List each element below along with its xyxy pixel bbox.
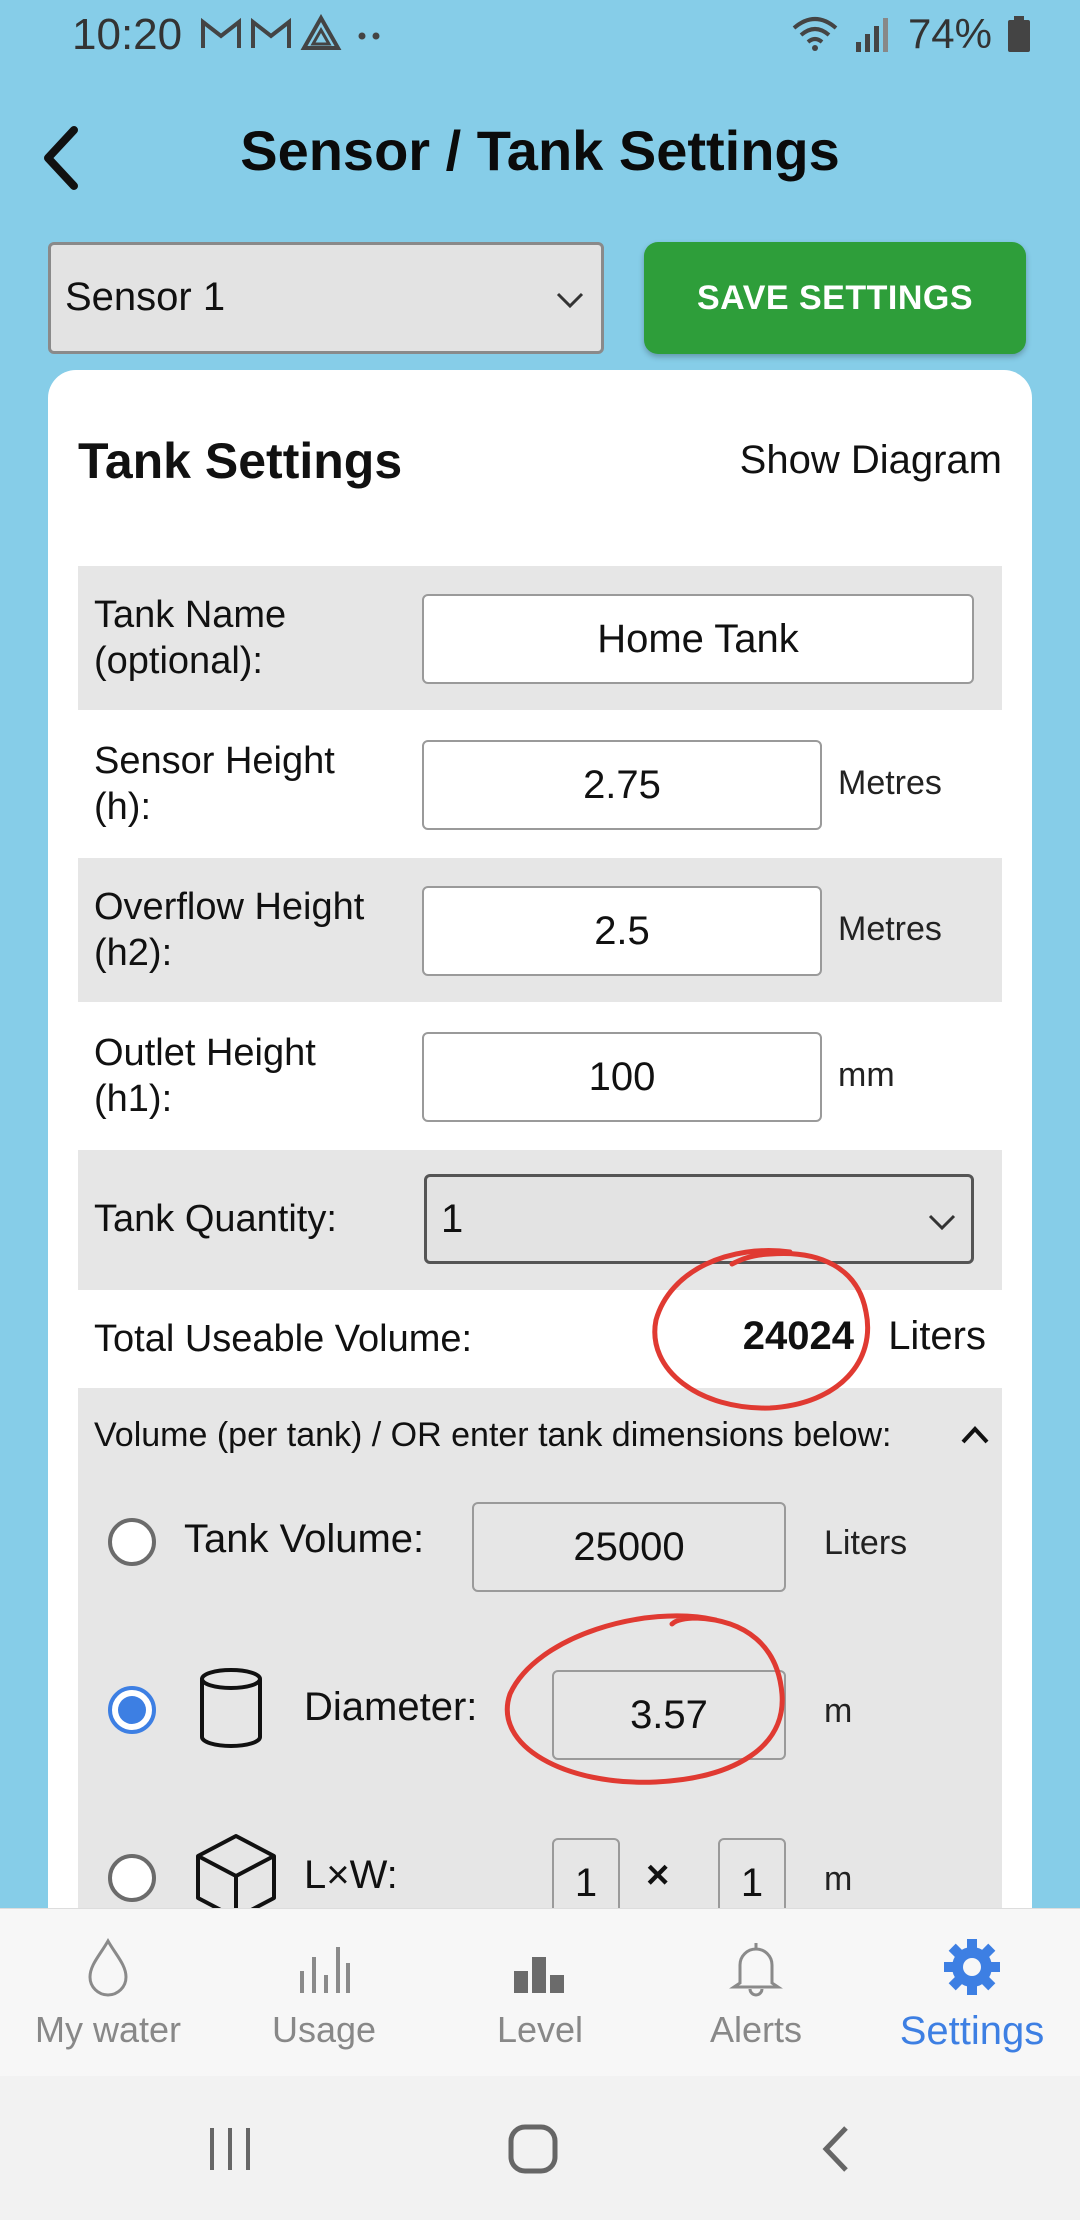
signal-icon [855, 18, 888, 52]
times-symbol: × [646, 1853, 670, 1897]
battery-percent: 74% [907, 10, 992, 57]
outlet-height-input[interactable]: 100 [422, 1032, 822, 1122]
status-bar: 10:20 74% [0, 0, 1080, 72]
water-drop-icon [88, 1937, 128, 1997]
tank-volume-unit: Liters [824, 1524, 908, 1562]
chevron-up-icon[interactable] [958, 1420, 992, 1450]
nav-label: My water [34, 2009, 182, 2050]
show-diagram-link[interactable]: Show Diagram [740, 438, 1002, 483]
gmail-icon [251, 17, 291, 48]
drive-icon [300, 14, 342, 50]
overflow-height-unit: Metres [838, 910, 942, 948]
nav-label: Alerts [709, 2009, 803, 2050]
tank-volume-label: Tank Volume: [184, 1517, 425, 1561]
sensor-height-row: Sensor Height (h): 2.75 Metres [78, 712, 1002, 856]
back-nav-icon[interactable] [818, 2124, 858, 2174]
save-settings-button[interactable]: SAVE SETTINGS [644, 242, 1026, 354]
lxw-unit: m [824, 1860, 853, 1898]
bar-chart-icon [300, 1947, 350, 1993]
outlet-height-row: Outlet Height (h1): 100 mm [78, 1004, 1002, 1148]
status-time: 10:20 [72, 10, 183, 59]
lxw-label: L×W: [304, 1853, 398, 1897]
page-title: Sensor / Tank Settings [240, 119, 840, 182]
sensor-select-value: Sensor 1 [65, 275, 226, 319]
bell-icon [729, 1943, 783, 1997]
outlet-height-label: Outlet Height (h1): [94, 1032, 316, 1120]
chevron-down-icon [556, 292, 584, 309]
battery-icon [1008, 16, 1030, 52]
gear-icon [944, 1939, 1000, 1995]
overflow-height-input[interactable]: 2.5 [422, 886, 822, 976]
sensor-select[interactable]: Sensor 1 [48, 242, 604, 354]
nav-label: Usage [271, 2009, 377, 2050]
total-volume-label: Total Useable Volume: [94, 1318, 473, 1360]
level-icon [514, 1957, 564, 1993]
home-icon[interactable] [506, 2122, 560, 2176]
sensor-height-label: Sensor Height (h): [94, 740, 335, 828]
sensor-height-input[interactable]: 2.75 [422, 740, 822, 830]
nav-label: Settings [899, 2009, 1045, 2053]
diameter-radio[interactable] [108, 1686, 156, 1734]
tank-volume-radio[interactable] [108, 1518, 156, 1566]
nav-label: Level [496, 2009, 584, 2050]
recent-apps-icon[interactable] [206, 2124, 256, 2174]
card-title: Tank Settings [78, 433, 403, 489]
diameter-label: Diameter: [304, 1685, 478, 1729]
nav-alerts[interactable]: Alerts [648, 1909, 864, 2077]
nav-my-water[interactable]: My water [0, 1909, 216, 2077]
nav-level[interactable]: Level [432, 1909, 648, 2077]
more-notifications-icon [358, 32, 380, 40]
chevron-down-icon [928, 1214, 956, 1231]
outlet-height-unit: mm [838, 1056, 895, 1094]
gmail-icon [201, 17, 241, 48]
tank-name-row: Tank Name (optional): Home Tank [78, 566, 1002, 710]
overflow-height-label: Overflow Height (h2): [94, 886, 365, 974]
lxw-radio[interactable] [108, 1854, 156, 1902]
overflow-height-row: Overflow Height (h2): 2.5 Metres [78, 858, 1002, 1002]
nav-usage[interactable]: Usage [216, 1909, 432, 2077]
bottom-nav: My water Usage Level Alerts Settings [0, 1908, 1080, 2076]
system-nav-bar [0, 2076, 1080, 2220]
tank-quantity-label: Tank Quantity: [94, 1198, 337, 1240]
annotation-circle-volume [652, 1248, 871, 1411]
notification-icons [200, 14, 390, 54]
tank-volume-input[interactable]: 25000 [472, 1502, 786, 1592]
tank-name-label: Tank Name (optional): [94, 594, 287, 682]
cylinder-icon [200, 1668, 262, 1748]
total-volume-unit: Liters [888, 1314, 986, 1358]
wifi-icon [792, 17, 838, 51]
tank-name-input[interactable]: Home Tank [422, 594, 974, 684]
sensor-height-unit: Metres [838, 764, 942, 802]
diameter-unit: m [824, 1692, 853, 1730]
annotation-circle-diameter [504, 1613, 785, 1785]
tank-quantity-value: 1 [441, 1197, 464, 1241]
nav-settings[interactable]: Settings [864, 1909, 1080, 2077]
